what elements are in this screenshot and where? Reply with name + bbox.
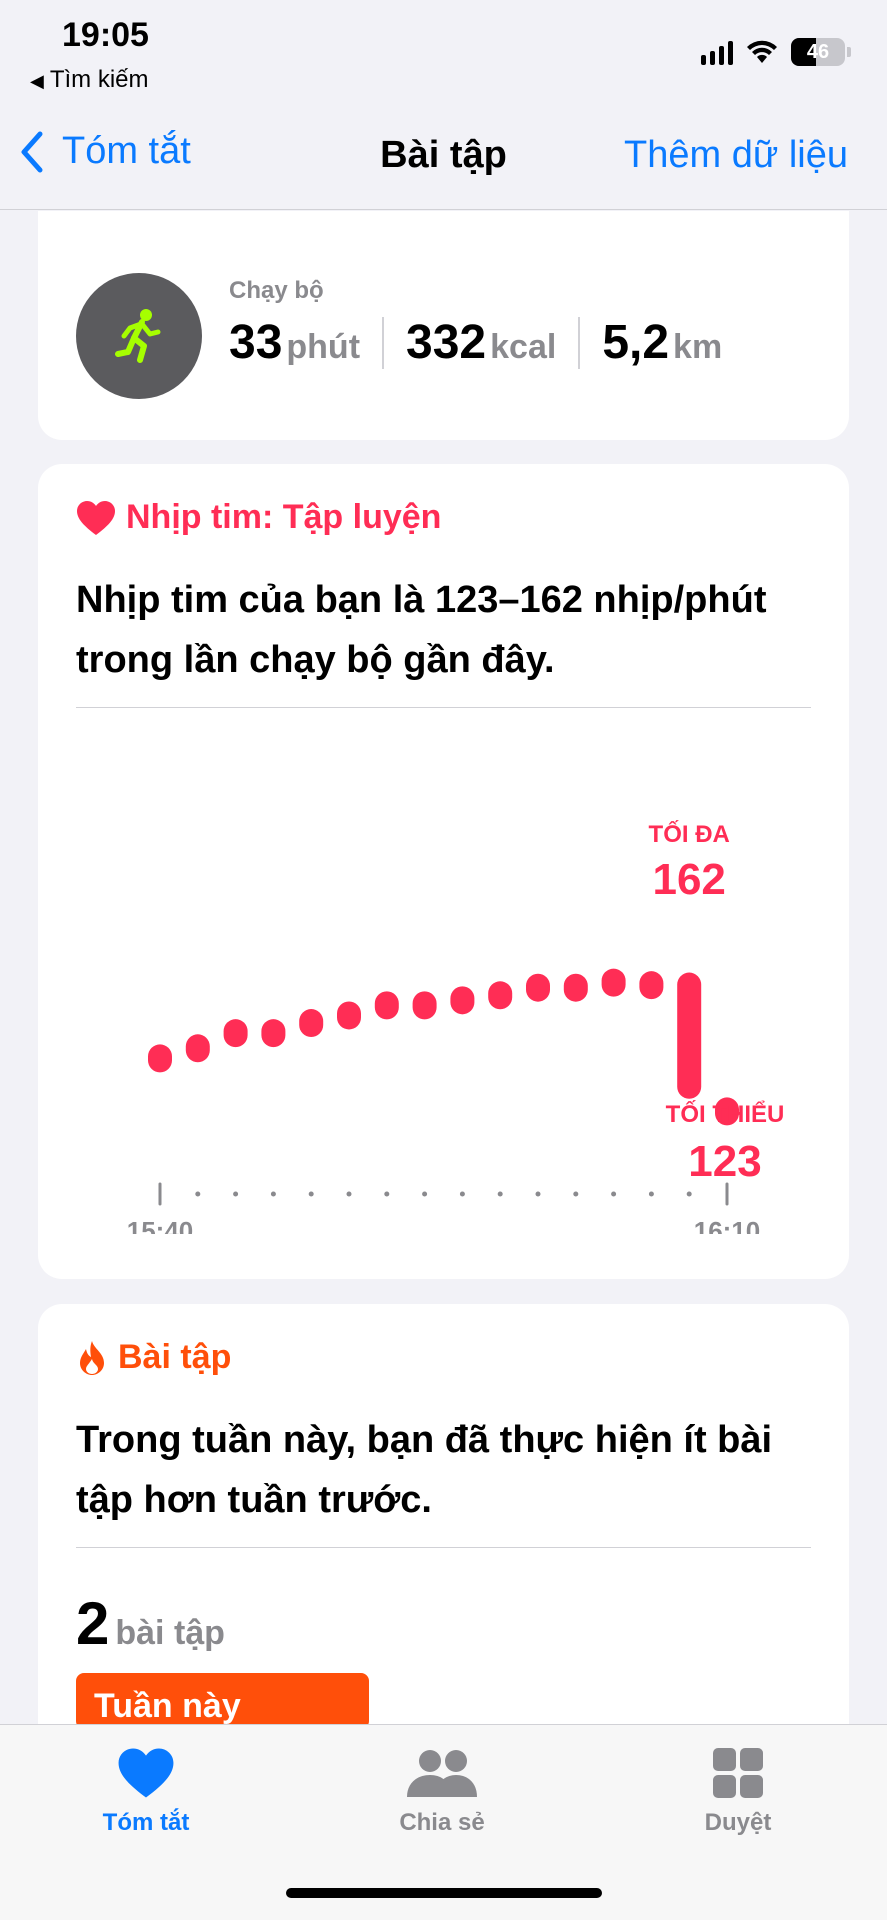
- x-axis-dot: [573, 1191, 579, 1197]
- x-axis-dot: [497, 1191, 503, 1197]
- page-title: Bài tập: [380, 134, 507, 176]
- x-axis-dot: [459, 1191, 465, 1197]
- hr-range-bar: [374, 991, 399, 1020]
- duration-metric: 33 phút: [229, 315, 360, 370]
- tab-browse[interactable]: Duyệt: [638, 1747, 838, 1837]
- hr-range-bar: [526, 973, 550, 1002]
- battery-icon: 46: [791, 38, 845, 66]
- hr-range-bar: [148, 1044, 172, 1073]
- x-axis-dot: [346, 1191, 352, 1197]
- exercise-count-value: 2: [76, 1590, 110, 1657]
- hr-range-bar: [639, 971, 664, 1000]
- card-divider: [76, 1547, 811, 1548]
- flame-icon: [80, 1340, 104, 1375]
- workout-metrics: 33 phút 332 kcal 5,2 km: [229, 315, 722, 370]
- hr-range-bar: [261, 1019, 286, 1048]
- this-week-bar: Tuần này: [76, 1673, 369, 1724]
- exercise-count-unit: bài tập: [115, 1614, 225, 1652]
- back-label: Tóm tắt: [62, 130, 191, 172]
- hr-range-bar: [337, 1001, 361, 1030]
- tab-sharing-label: Chia sẻ: [399, 1809, 485, 1836]
- status-icons: 46: [701, 38, 851, 66]
- tab-summary[interactable]: Tóm tắt: [46, 1747, 246, 1837]
- heart-icon: [77, 500, 115, 535]
- scroll-content[interactable]: Chạy bộ 33 phút 332 kcal 5,2 km Nhịp tim…: [0, 211, 887, 1724]
- energy-unit: kcal: [490, 328, 557, 366]
- x-axis-dot: [270, 1191, 276, 1197]
- exercise-description: Trong tuần này, bạn đã thực hiện ít bài …: [76, 1419, 773, 1521]
- status-bar: 19:05 ◀ Tìm kiếm 46: [0, 0, 887, 100]
- heart-rate-description: Nhịp tim của bạn là 123–162 nhịp/phút tr…: [76, 579, 767, 681]
- chevron-left-icon: [21, 131, 43, 172]
- x-axis-dot: [308, 1191, 314, 1197]
- hr-range-bar: [677, 972, 702, 1099]
- hr-range-bar: [223, 1019, 248, 1048]
- heart-rate-title: Nhịp tim: Tập luyện: [126, 498, 442, 536]
- max-label: TỐI ĐA: [649, 820, 730, 848]
- cellular-signal-icon: [701, 39, 733, 65]
- hr-range-bar: [488, 981, 513, 1010]
- metric-divider: [578, 316, 581, 369]
- x-axis-dot: [535, 1191, 541, 1197]
- duration-unit: phút: [286, 328, 361, 366]
- tab-browse-label: Duyệt: [704, 1809, 772, 1836]
- energy-value: 332: [406, 316, 487, 369]
- hr-range-bar: [185, 1034, 210, 1063]
- min-value: 123: [688, 1137, 761, 1186]
- distance-unit: km: [673, 328, 723, 366]
- exercise-title: Bài tập: [118, 1338, 232, 1376]
- distance-metric: 5,2 km: [602, 315, 722, 370]
- status-time: 19:05: [62, 16, 149, 54]
- triangle-left-icon: ◀: [30, 71, 44, 91]
- metric-divider: [382, 316, 385, 369]
- distance-value: 5,2: [602, 316, 670, 369]
- grid-icon: [713, 1748, 763, 1798]
- hr-range-bar: [601, 968, 626, 997]
- x-axis-dot: [384, 1191, 390, 1197]
- heart-icon: [118, 1748, 174, 1798]
- hr-range-bar: [563, 973, 588, 1002]
- x-axis-dot: [422, 1191, 428, 1197]
- heart-rate-card[interactable]: Nhịp tim: Tập luyện Nhịp tim của bạn là …: [38, 464, 849, 1279]
- workout-icon-badge: [76, 273, 202, 399]
- energy-metric: 332 kcal: [406, 315, 556, 370]
- duration-value: 33: [229, 316, 283, 369]
- battery-level: 46: [806, 40, 830, 63]
- exercise-header: Bài tập: [76, 1338, 231, 1377]
- x-axis-dot: [195, 1191, 201, 1197]
- exercise-count: 2 bài tập: [76, 1589, 225, 1658]
- wifi-icon: [747, 40, 777, 63]
- workout-summary-card[interactable]: Chạy bộ 33 phút 332 kcal 5,2 km: [38, 211, 849, 440]
- max-value: 162: [652, 855, 725, 904]
- x-axis-dot: [611, 1191, 617, 1197]
- back-to-app-link[interactable]: ◀ Tìm kiếm: [30, 66, 149, 94]
- hr-range-bar: [450, 986, 475, 1015]
- people-icon: [407, 1750, 477, 1797]
- x-axis-end-label: 16:10: [694, 1216, 761, 1234]
- tab-summary-label: Tóm tắt: [102, 1809, 190, 1836]
- navigation-bar: Tóm tắt Bài tập Thêm dữ liệu: [0, 100, 887, 210]
- hr-range-bar: [412, 991, 437, 1020]
- hr-range-bar: [299, 1009, 324, 1038]
- add-data-button[interactable]: Thêm dữ liệu: [624, 134, 848, 177]
- heart-rate-header: Nhịp tim: Tập luyện: [76, 498, 441, 537]
- exercise-card[interactable]: Bài tập Trong tuần này, bạn đã thực hiện…: [38, 1304, 849, 1724]
- x-axis-dot: [648, 1191, 654, 1197]
- min-label: TỐI THIỂU: [666, 1100, 785, 1128]
- x-axis-start-label: 15:40: [127, 1216, 194, 1234]
- running-figure-icon: [115, 309, 161, 363]
- back-app-label: Tìm kiếm: [49, 66, 149, 93]
- x-axis-dot: [686, 1191, 692, 1197]
- tab-sharing[interactable]: Chia sẻ: [342, 1747, 542, 1837]
- x-axis-dot: [233, 1191, 239, 1197]
- home-indicator[interactable]: [286, 1888, 602, 1898]
- back-button[interactable]: Tóm tắt: [20, 130, 191, 173]
- heart-rate-chart: 15:40 16:10 TỐI ĐA 162 TỐI THIỂU 123: [127, 820, 785, 1234]
- workout-type: Chạy bộ: [229, 277, 324, 304]
